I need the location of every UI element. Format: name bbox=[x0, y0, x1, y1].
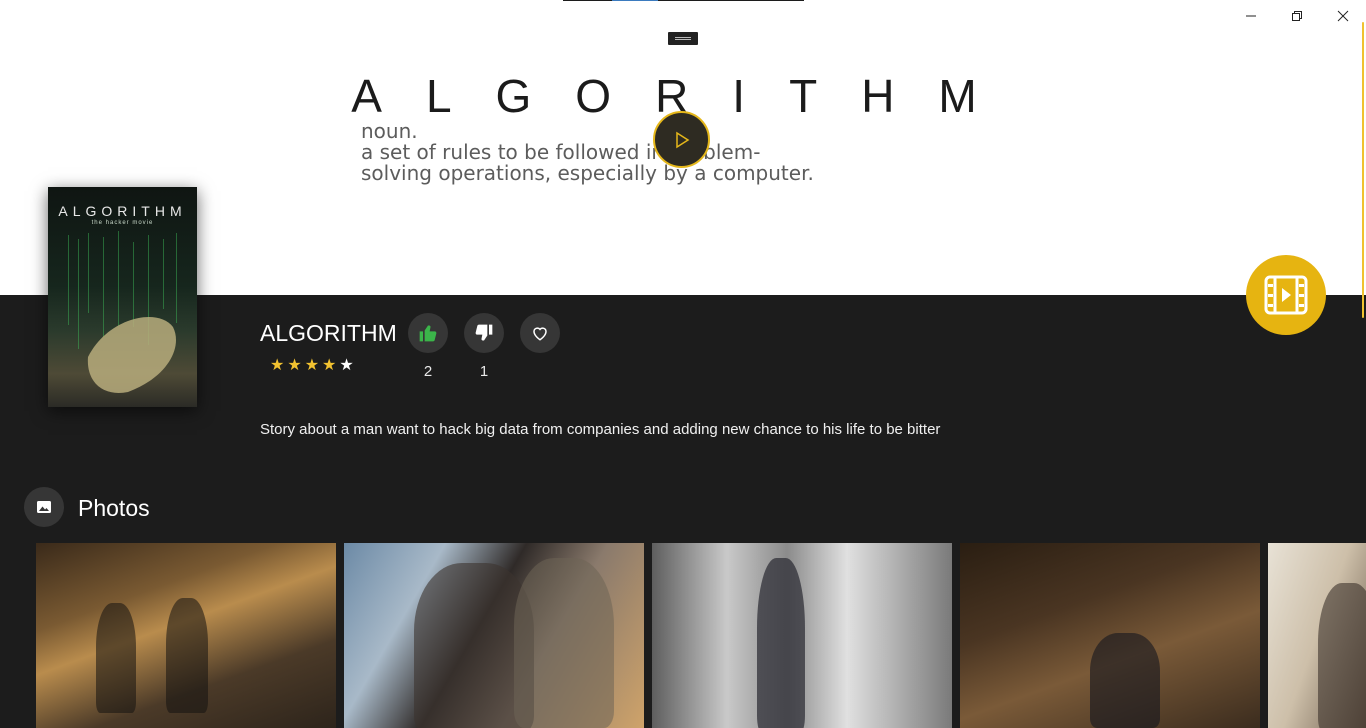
photo-thumbnail-5[interactable] bbox=[1268, 543, 1366, 728]
photos-section-icon bbox=[24, 487, 64, 527]
heart-icon bbox=[533, 327, 547, 341]
star-icon[interactable]: ★ bbox=[287, 355, 301, 375]
photo-thumbnail-1[interactable] bbox=[36, 543, 336, 728]
star-icon[interactable]: ★ bbox=[305, 355, 319, 375]
dislike-count: 1 bbox=[479, 363, 489, 380]
title-bar-strip bbox=[563, 0, 804, 1]
star-icon[interactable]: ★ bbox=[339, 355, 353, 375]
trailer-button[interactable] bbox=[1246, 255, 1326, 335]
like-button[interactable] bbox=[408, 313, 448, 353]
poster-artwork bbox=[68, 231, 177, 393]
favorite-button[interactable] bbox=[520, 313, 560, 353]
play-icon bbox=[675, 131, 689, 148]
minimize-icon bbox=[1246, 15, 1256, 17]
vertical-scrollbar[interactable] bbox=[1362, 22, 1364, 318]
play-trailer-button[interactable] bbox=[653, 111, 710, 168]
movie-poster: ALGORITHM the hacker movie bbox=[48, 187, 197, 407]
thumbs-up-icon bbox=[419, 325, 437, 342]
title-bar-accent bbox=[612, 0, 658, 1]
drag-handle[interactable] bbox=[668, 32, 698, 45]
restore-button[interactable] bbox=[1274, 0, 1320, 32]
movie-title: ALGORITHM bbox=[260, 320, 397, 346]
photo-thumbnail-3[interactable] bbox=[652, 543, 952, 728]
image-icon bbox=[37, 501, 51, 513]
like-count: 2 bbox=[423, 363, 433, 380]
photos-heading: Photos bbox=[78, 495, 150, 521]
star-icon[interactable]: ★ bbox=[322, 355, 336, 375]
film-icon bbox=[1264, 275, 1308, 315]
photo-thumbnail-2[interactable] bbox=[344, 543, 644, 728]
close-button[interactable] bbox=[1320, 0, 1366, 32]
movie-description: Story about a man want to hack big data … bbox=[260, 421, 941, 438]
close-icon bbox=[1337, 10, 1349, 22]
hero-banner: ALGORITHM noun. a set of rules to be fol… bbox=[0, 0, 1366, 295]
star-icon[interactable]: ★ bbox=[270, 355, 284, 375]
restore-icon bbox=[1292, 11, 1302, 21]
dislike-button[interactable] bbox=[464, 313, 504, 353]
hero-definition: noun. a set of rules to be followed in p… bbox=[361, 119, 814, 185]
photo-thumbnail-4[interactable] bbox=[960, 543, 1260, 728]
star-rating[interactable]: ★ ★ ★ ★ ★ bbox=[270, 355, 354, 375]
thumbs-down-icon bbox=[475, 324, 493, 341]
minimize-button[interactable] bbox=[1228, 0, 1274, 32]
